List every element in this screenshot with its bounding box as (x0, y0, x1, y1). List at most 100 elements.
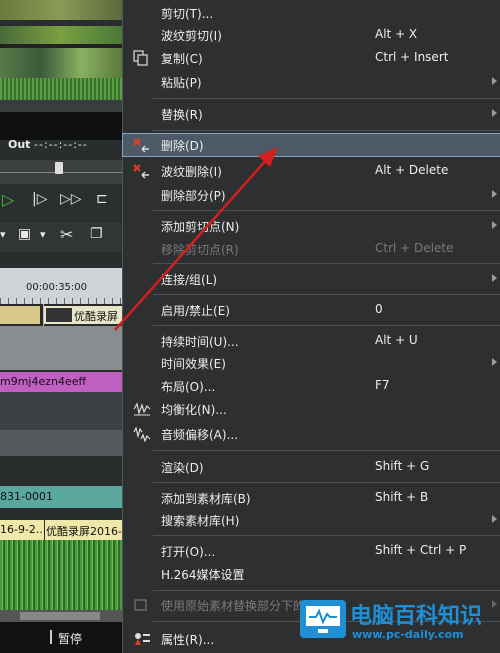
menu-item-audio-offset[interactable]: 音频偏移(A)... (123, 423, 500, 445)
menu-item-label: 渲染(D) (161, 461, 204, 475)
watermark-name: 电脑百科知识 (350, 604, 483, 629)
audio-track-waveform[interactable] (0, 78, 122, 100)
menu-separator (153, 130, 500, 131)
video-track-thumbnails[interactable] (0, 26, 122, 44)
menu-item-label: 搜索素材库(H) (161, 514, 240, 528)
submenu-arrow-icon (492, 515, 497, 523)
dropdown-icon[interactable]: ▾ (40, 228, 46, 241)
menu-separator (153, 482, 500, 483)
menu-item-label: 删除部分(P) (161, 189, 226, 203)
menu-item-label: 粘贴(P) (161, 76, 202, 90)
cut-icon[interactable]: ✂ (60, 225, 73, 244)
audio-offset-icon (133, 426, 151, 443)
menu-separator (153, 450, 500, 451)
menu-item-label: 替换(R) (161, 108, 203, 122)
menu-item-shortcut: Alt + X (375, 27, 418, 41)
monitor-logo-icon (300, 600, 346, 638)
menu-item-shortcut: Alt + Delete (375, 163, 449, 177)
out-label: Out (8, 138, 31, 151)
menu-item-open[interactable]: 打开(O)... Shift + Ctrl + P (123, 540, 500, 562)
context-menu: 剪切(T)... 波纹剪切(I) Alt + X 复制(C) Ctrl + In… (122, 0, 500, 653)
video-track-thumbnails[interactable] (0, 0, 122, 20)
menu-item-link-group[interactable]: 连接/组(L) (123, 268, 500, 290)
video-clip[interactable]: 优酷录屏 (44, 306, 122, 324)
audio-track-waveform[interactable] (0, 540, 122, 610)
audio-clip[interactable]: 831-0001 (0, 486, 122, 508)
submenu-arrow-icon (492, 358, 497, 366)
menu-item-shortcut: 0 (375, 302, 383, 316)
menu-item-search-bin[interactable]: 搜索素材库(H) (123, 509, 500, 531)
delete-icon (133, 137, 151, 153)
menu-item-add-cut-point[interactable]: 添加剪切点(N) (123, 215, 500, 237)
watermark: 电脑百科知识 www.pc-daily.com (300, 596, 498, 650)
menu-item-shortcut: Shift + G (375, 459, 430, 473)
menu-item-label: 连接/组(L) (161, 273, 218, 287)
menu-item-label: 打开(O)... (161, 545, 216, 559)
replace-source-icon (133, 597, 151, 613)
status-text: 暂停 (58, 632, 83, 646)
menu-item-ripple-cut[interactable]: 波纹剪切(I) Alt + X (123, 24, 500, 46)
menu-item-shortcut: Ctrl + Insert (375, 50, 449, 64)
menu-item-label: 布局(O)... (161, 380, 216, 394)
menu-item-replace[interactable]: 替换(R) (123, 103, 500, 125)
clip-title: 优酷录屏2016- (46, 525, 122, 538)
horizontal-scrollbar[interactable] (0, 610, 122, 622)
menu-item-label: 时间效果(E) (161, 357, 226, 371)
out-timecode: --:--:--:-- (34, 138, 88, 151)
fast-forward-icon[interactable]: ▷▷ (60, 191, 82, 207)
copy-icon[interactable]: ❐ (90, 226, 103, 242)
slider-handle[interactable] (55, 162, 63, 174)
loop-icon[interactable]: ⊏ (96, 191, 108, 207)
timeline-ruler[interactable]: 00:00:35:00 (0, 268, 122, 304)
copy-icon (133, 50, 151, 66)
dropdown-icon[interactable]: ▾ (0, 228, 6, 241)
audio-clip[interactable]: m9mj4ezn4eeff (0, 372, 122, 392)
clip-title: 优酷录屏 (74, 310, 118, 323)
menu-item-render[interactable]: 渲染(D) Shift + G (123, 456, 500, 478)
video-track-thumbnails[interactable] (0, 48, 122, 78)
menu-item-label: 删除(D) (161, 139, 204, 153)
clip-id: 831-0001 (0, 490, 53, 503)
menu-item-equalize[interactable]: 均衡化(N)... (123, 398, 500, 420)
menu-item-add-to-bin[interactable]: 添加到素材库(B) Shift + B (123, 487, 500, 509)
menu-item-label: 音频偏移(A)... (161, 428, 239, 442)
menu-item-time-effect[interactable]: 时间效果(E) (123, 352, 500, 374)
video-clip[interactable]: 优酷录屏2016- (45, 520, 122, 540)
menu-item-ripple-delete[interactable]: 波纹删除(I) Alt + Delete (123, 160, 500, 182)
menu-item-h264-settings[interactable]: H.264媒体设置 (123, 563, 500, 585)
menu-item-delete-part[interactable]: 删除部分(P) (123, 184, 500, 206)
menu-separator (153, 590, 500, 591)
menu-item-shortcut: F7 (375, 378, 390, 392)
menu-item-cut[interactable]: 剪切(T)... (123, 2, 500, 24)
menu-separator (153, 263, 500, 264)
menu-item-copy[interactable]: 复制(C) Ctrl + Insert (123, 47, 500, 69)
menu-item-label: 均衡化(N)... (161, 403, 227, 417)
submenu-arrow-icon (492, 221, 497, 229)
play-icon[interactable]: ▷ (2, 190, 14, 209)
menu-item-label: 属性(R)... (161, 633, 215, 647)
menu-item-label: 添加剪切点(N) (161, 220, 240, 234)
menu-item-shortcut: Alt + U (375, 333, 418, 347)
position-slider[interactable] (0, 160, 122, 184)
step-forward-icon[interactable]: |▷ (32, 191, 47, 207)
video-clip[interactable] (0, 306, 40, 324)
timeline-panel: Out --:--:--:-- ▷ |▷ ▷▷ ⊏ ▾ ▣ ▾ ✂ ❐ 00:0… (0, 0, 122, 653)
menu-separator (153, 325, 500, 326)
menu-item-label: 添加到素材库(B) (161, 492, 251, 506)
menu-item-layout[interactable]: 布局(O)... F7 (123, 375, 500, 397)
video-clip[interactable]: 16-9-2... (0, 520, 47, 540)
ruler-timecode: 00:00:35:00 (26, 282, 88, 293)
clip-dates: 16-9-2... (0, 523, 47, 536)
menu-item-paste[interactable]: 粘贴(P) (123, 71, 500, 93)
menu-item-enable-disable[interactable]: 启用/禁止(E) 0 (123, 299, 500, 321)
menu-item-remove-cut-point: 移除剪切点(R) Ctrl + Delete (123, 238, 500, 260)
menu-separator (153, 210, 500, 211)
menu-item-shortcut: Shift + Ctrl + P (375, 543, 467, 557)
menu-item-delete[interactable]: 删除(D) (122, 133, 500, 157)
save-icon[interactable]: ▣ (18, 226, 31, 242)
properties-icon (133, 631, 151, 647)
watermark-url: www.pc-daily.com (352, 628, 464, 641)
menu-item-label: 移除剪切点(R) (161, 243, 239, 257)
menu-item-duration[interactable]: 持续时间(U)... Alt + U (123, 330, 500, 352)
menu-item-label: 波纹删除(I) (161, 165, 222, 179)
